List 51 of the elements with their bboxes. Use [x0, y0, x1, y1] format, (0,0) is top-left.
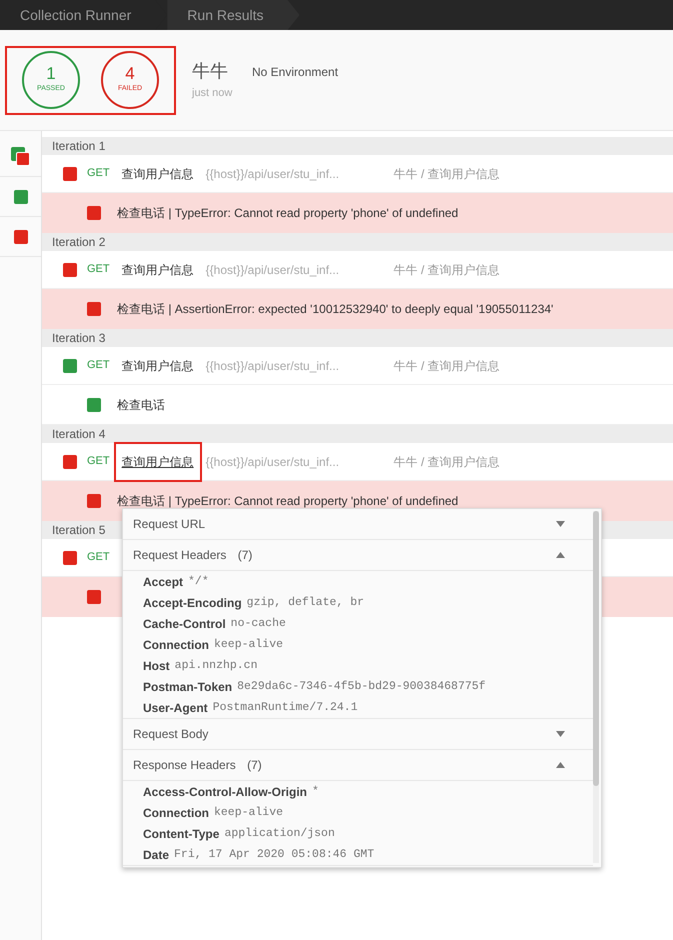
environment-label: No Environment [252, 64, 338, 81]
run-time: just now [192, 86, 234, 102]
request-method: GET [87, 358, 110, 374]
section-title: Request Body [133, 726, 208, 743]
section-title: Request Headers (7) [133, 547, 252, 564]
request-path: 牛牛 / 查询用户信息 [394, 358, 500, 374]
request-name[interactable]: 查询用户信息 [114, 250, 202, 290]
request-url: {{host}}/api/user/stu_inf... [206, 166, 340, 182]
request-url: {{host}}/api/user/stu_inf... [206, 454, 340, 470]
iteration-header: Iteration 3 [42, 329, 673, 347]
header-entry: Connection keep-alive [142, 804, 284, 822]
section-title: Response Headers (7) [133, 757, 262, 774]
request-name[interactable]: 查询用户信息 [114, 154, 202, 194]
section-header[interactable]: Request URL [123, 509, 593, 540]
breadcrumb-tab[interactable]: Run Results [167, 0, 300, 30]
section-header[interactable]: Request Headers (7) [123, 540, 593, 571]
header-entry: Cache-Control no-cache [142, 616, 287, 632]
iteration-header: Iteration 4 [42, 425, 673, 443]
request-method: GET [87, 166, 110, 182]
header-entry: Content-Type application/json [142, 826, 336, 842]
request-path: 牛牛 / 查询用户信息 [394, 166, 500, 182]
header-entry: Date Fri, 17 Apr 2020 05:08:46 GMT [142, 846, 376, 864]
mixed-status-icon [11, 147, 30, 166]
request-url: {{host}}/api/user/stu_inf... [206, 262, 340, 278]
header-entry: Accept-Encoding gzip, deflate, br [142, 594, 365, 612]
request-path: 牛牛 / 查询用户信息 [394, 262, 500, 278]
request-method: GET [87, 262, 110, 278]
header-entry: Postman-Token 8e29da6c-7346-4f5b-bd29-90038468775f [142, 678, 487, 696]
request-method: GET [87, 454, 110, 470]
header-entry: Accept */* [142, 574, 210, 590]
request-method: GET [87, 550, 110, 566]
header-entry: Host api.nnzhp.cn [142, 658, 258, 674]
header-entry: Access-Control-Allow-Origin * [142, 784, 320, 800]
iteration-header: Iteration 2 [42, 233, 673, 251]
header-entry: User-Agent PostmanRuntime/7.24.1 [142, 700, 359, 716]
request-name[interactable]: 查询用户信息 [114, 346, 202, 386]
iteration-header: Iteration 1 [42, 137, 673, 155]
request-name[interactable]: 查询用户信息 [114, 442, 202, 482]
section-header[interactable]: Response Headers (7) [123, 750, 593, 781]
test-result: 检查电话 | TypeError: Cannot read property 'phone' of undefined [117, 493, 458, 510]
request-row[interactable]: GET 查询用户信息 {{host}}/api/user/stu_inf... 牛牛 / 查询用户信息 [42, 443, 673, 481]
header-entry: Connection keep-alive [142, 636, 284, 654]
failed-icon [14, 230, 28, 244]
section-header[interactable]: Request Body [123, 719, 593, 750]
test-result: 检查电话 | TypeError: Cannot read property 'phone' of undefined [117, 205, 458, 222]
passed-icon [14, 190, 28, 204]
test-result: 检查电话 [117, 396, 165, 414]
collection-name: 牛牛 [192, 60, 228, 84]
request-path: 牛牛 / 查询用户信息 [394, 454, 500, 470]
test-result: 检查电话 | AssertionError: expected '10012532940' to deeply equal '19055011234' [117, 301, 554, 318]
request-url: {{host}}/api/user/stu_inf... [206, 358, 340, 374]
